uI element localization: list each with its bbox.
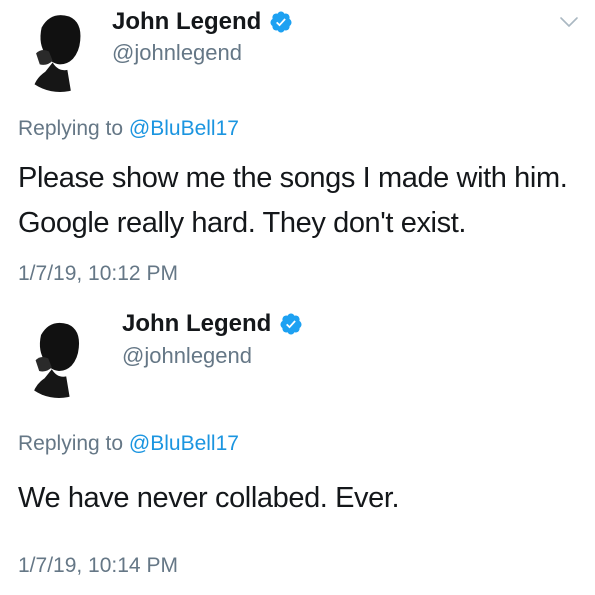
verified-badge-icon	[279, 312, 303, 336]
author-row[interactable]: John Legend	[122, 310, 303, 338]
tweet[interactable]: John Legend @johnlegend Replying to @Blu…	[0, 0, 595, 298]
reply-mention-link[interactable]: @BluBell17	[129, 432, 239, 455]
verified-badge-icon	[269, 10, 293, 34]
tweet-text: We have never collabed. Ever.	[18, 482, 400, 514]
display-name[interactable]: John Legend	[122, 310, 271, 338]
avatar[interactable]	[14, 308, 104, 398]
replying-to: Replying to @BluBell17	[18, 432, 239, 456]
profile-photo-icon	[14, 0, 106, 92]
handle[interactable]: @johnlegend	[112, 40, 242, 66]
replying-to: Replying to @BluBell17	[18, 117, 239, 141]
tweet-text: Please show me the songs I made with him…	[18, 162, 568, 239]
replying-to-label: Replying to	[18, 117, 124, 140]
author-row[interactable]: John Legend	[112, 8, 293, 36]
avatar[interactable]	[14, 0, 106, 92]
timestamp[interactable]: 1/7/19, 10:12 PM	[18, 262, 178, 286]
replying-to-label: Replying to	[18, 432, 124, 455]
timestamp[interactable]: 1/7/19, 10:14 PM	[18, 554, 178, 578]
chevron-down-icon[interactable]	[557, 10, 581, 34]
profile-photo-icon	[14, 308, 104, 398]
handle[interactable]: @johnlegend	[122, 343, 252, 369]
reply-mention-link[interactable]: @BluBell17	[129, 117, 239, 140]
display-name[interactable]: John Legend	[112, 8, 261, 36]
tweet[interactable]: John Legend @johnlegend Replying to @Blu…	[0, 298, 595, 595]
